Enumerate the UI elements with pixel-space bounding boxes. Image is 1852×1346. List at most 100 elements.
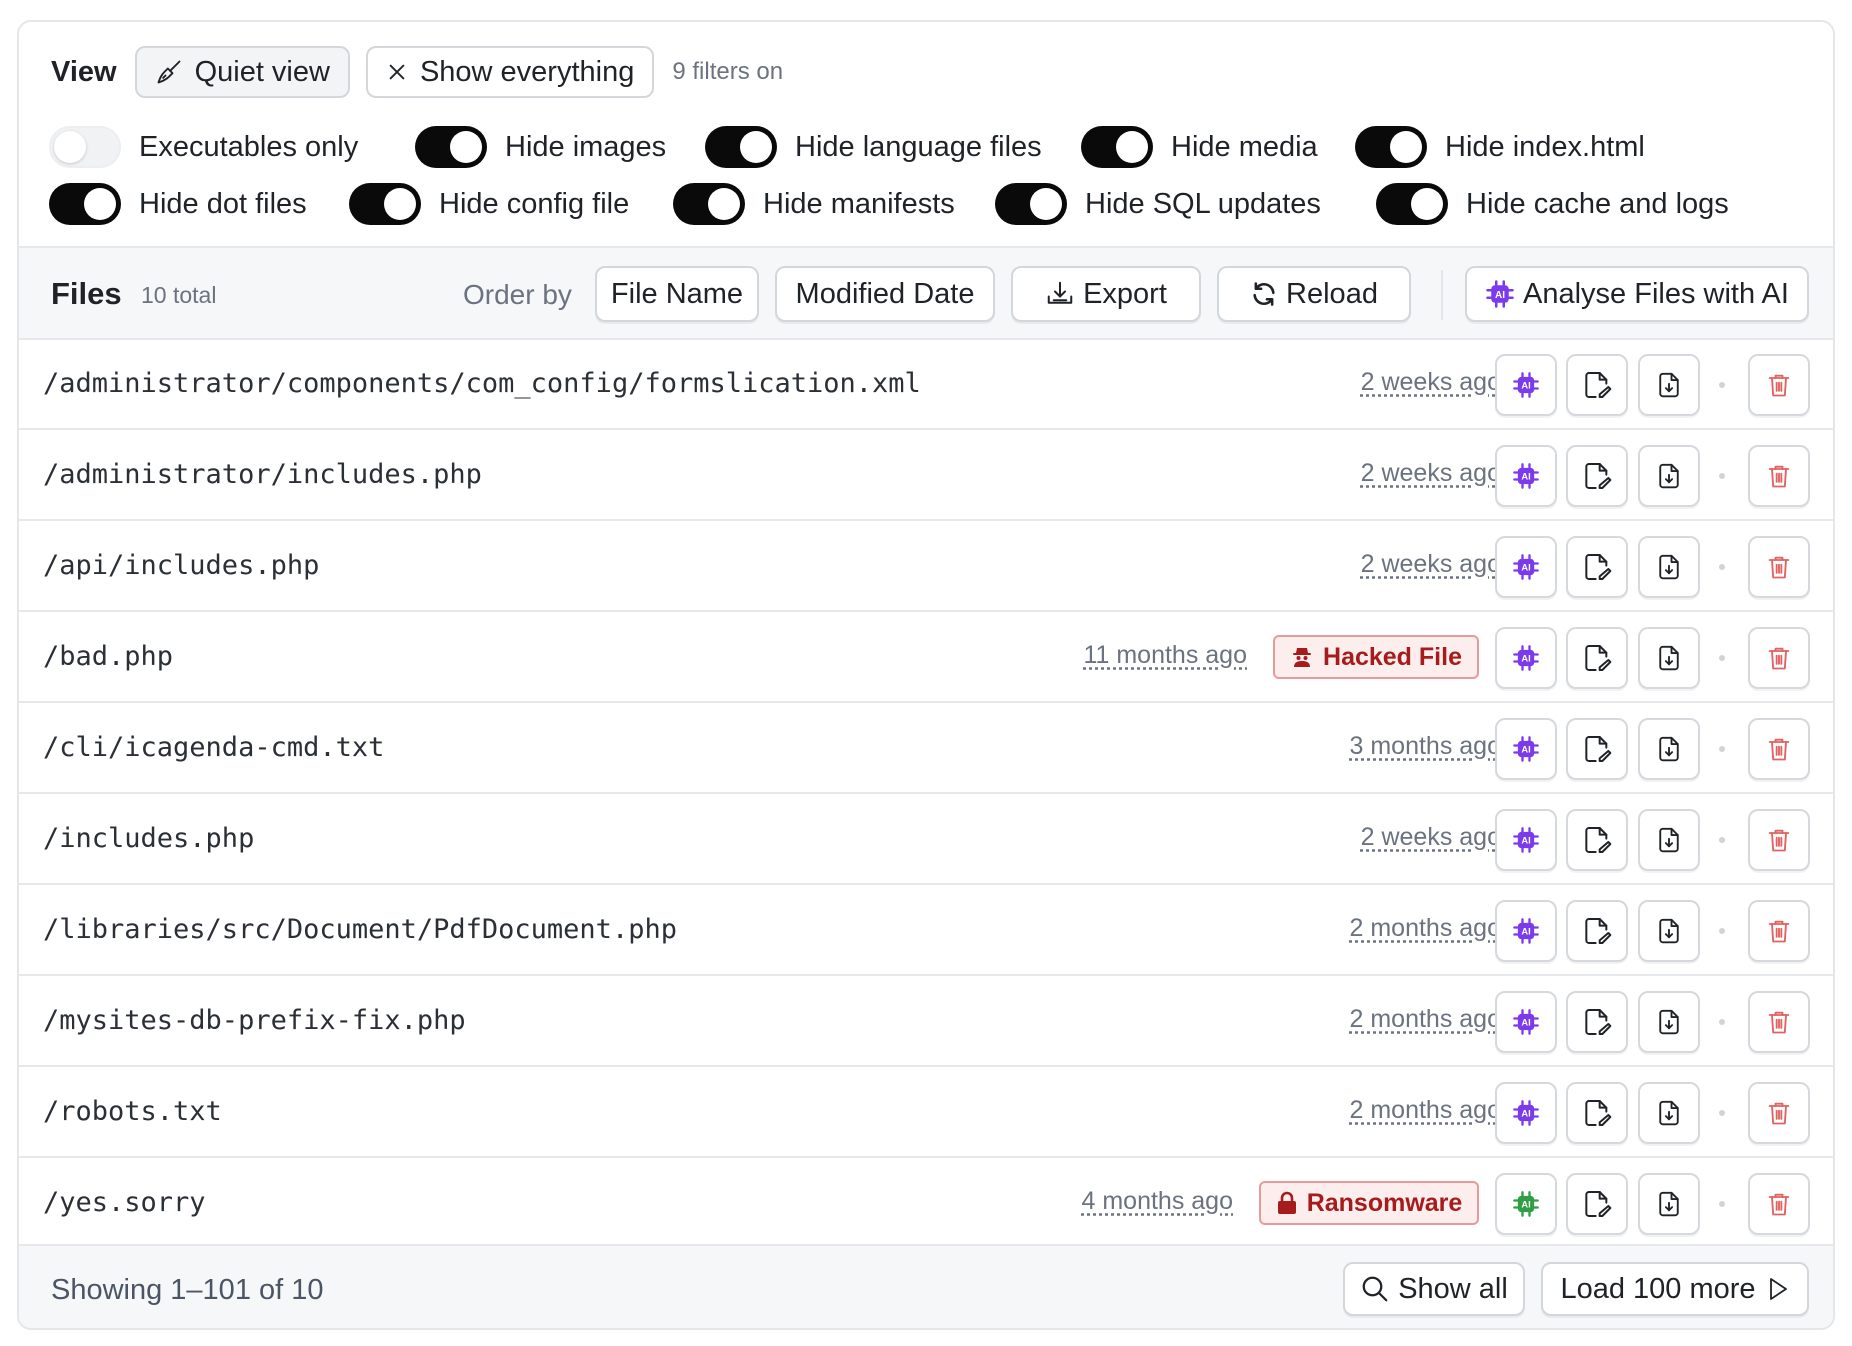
table-row[interactable]: /mysites-db-prefix-fix.php 2 months ago … (19, 977, 1833, 1067)
delete-file-button[interactable] (1748, 900, 1810, 962)
delete-file-button[interactable] (1748, 991, 1810, 1053)
download-file-button[interactable] (1638, 718, 1700, 780)
download-file-button[interactable] (1638, 536, 1700, 598)
edit-file-button[interactable] (1566, 809, 1628, 871)
table-row[interactable]: /administrator/components/com_config/for… (19, 340, 1833, 430)
delete-file-button[interactable] (1748, 627, 1810, 689)
toggle-hide-language-files[interactable]: Hide language files (705, 122, 1042, 172)
file-path[interactable]: /bad.php (43, 641, 173, 672)
edit-file-button[interactable] (1566, 1173, 1628, 1235)
play-arrow-icon (1769, 1278, 1787, 1300)
load-more-button[interactable]: Load 100 more (1541, 1262, 1809, 1316)
toggle-hide-media[interactable]: Hide media (1081, 122, 1318, 172)
delete-file-button[interactable] (1748, 809, 1810, 871)
file-path[interactable]: /api/includes.php (43, 550, 319, 581)
export-button[interactable]: Export (1011, 266, 1201, 322)
table-row[interactable]: /yes.sorry 4 months ago Ransomware AI (19, 1159, 1833, 1249)
toggle-hide-index-html[interactable]: Hide index.html (1355, 122, 1645, 172)
edit-file-button[interactable] (1566, 1082, 1628, 1144)
reload-button[interactable]: Reload (1217, 266, 1411, 322)
edit-file-button[interactable] (1566, 900, 1628, 962)
edit-file-button[interactable] (1566, 354, 1628, 416)
analyse-file-button[interactable]: AI (1495, 718, 1557, 780)
show-everything-label: Show everything (419, 55, 635, 88)
download-file-button[interactable] (1638, 445, 1700, 507)
analyse-file-button[interactable]: AI (1495, 445, 1557, 507)
file-path[interactable]: /robots.txt (43, 1096, 222, 1127)
delete-file-button[interactable] (1748, 1082, 1810, 1144)
toggle-switch[interactable] (49, 183, 121, 225)
file-path[interactable]: /cli/icagenda-cmd.txt (43, 732, 384, 763)
table-row[interactable]: /api/includes.php 2 weeks ago AI (19, 522, 1833, 612)
file-path[interactable]: /yes.sorry (43, 1187, 206, 1218)
edit-file-button[interactable] (1566, 445, 1628, 507)
download-file-button[interactable] (1638, 900, 1700, 962)
edit-file-button[interactable] (1566, 991, 1628, 1053)
table-row[interactable]: /bad.php 11 months ago Hacked File AI (19, 613, 1833, 703)
table-row[interactable]: /libraries/src/Document/PdfDocument.php … (19, 886, 1833, 976)
download-file-button[interactable] (1638, 1173, 1700, 1235)
file-path[interactable]: /mysites-db-prefix-fix.php (43, 1005, 466, 1036)
table-row[interactable]: /administrator/includes.php 2 weeks ago … (19, 431, 1833, 521)
quiet-view-button[interactable]: Quiet view (134, 46, 350, 98)
delete-file-button[interactable] (1748, 445, 1810, 507)
ai-chip-icon: AI (1513, 736, 1539, 762)
analyse-file-button[interactable]: AI (1495, 536, 1557, 598)
delete-file-button[interactable] (1748, 718, 1810, 780)
file-download-icon (1659, 554, 1679, 580)
table-row[interactable]: /includes.php 2 weeks ago AI (19, 795, 1833, 885)
analyse-file-button[interactable]: AI (1495, 991, 1557, 1053)
sort-file-name-label: File Name (610, 277, 744, 310)
sort-file-name-button[interactable]: File Name (595, 266, 759, 322)
show-everything-button[interactable]: Show everything (365, 46, 655, 98)
toggle-switch[interactable] (673, 183, 745, 225)
analyse-file-button[interactable]: AI (1495, 1173, 1557, 1235)
delete-file-button[interactable] (1748, 536, 1810, 598)
toggle-hide-config-file[interactable]: Hide config file (349, 179, 629, 229)
toggle-switch[interactable] (1355, 126, 1427, 168)
files-toolbar: Files 10 total Order by File Name Modifi… (19, 246, 1833, 340)
file-path[interactable]: /libraries/src/Document/PdfDocument.php (43, 914, 677, 945)
analyse-file-button[interactable]: AI (1495, 354, 1557, 416)
toggle-executables-only[interactable]: Executables only (49, 122, 358, 172)
view-controls: View Quiet view Show everything 9 filter… (51, 46, 783, 98)
file-path[interactable]: /includes.php (43, 823, 254, 854)
sort-modified-date-button[interactable]: Modified Date (775, 266, 995, 322)
analyse-file-button[interactable]: AI (1495, 900, 1557, 962)
toggle-hide-sql-updates[interactable]: Hide SQL updates (995, 179, 1321, 229)
load-more-label: Load 100 more (1560, 1272, 1756, 1305)
toggle-switch[interactable] (1376, 183, 1448, 225)
toggle-switch[interactable] (349, 183, 421, 225)
download-file-button[interactable] (1638, 991, 1700, 1053)
analyse-file-button[interactable]: AI (1495, 1082, 1557, 1144)
toggle-switch[interactable] (1081, 126, 1153, 168)
analyse-file-button[interactable]: AI (1495, 809, 1557, 871)
toggle-hide-cache-and-logs[interactable]: Hide cache and logs (1376, 179, 1729, 229)
file-path[interactable]: /administrator/components/com_config/for… (43, 368, 921, 399)
download-file-button[interactable] (1638, 354, 1700, 416)
edit-file-button[interactable] (1566, 718, 1628, 780)
download-file-button[interactable] (1638, 1082, 1700, 1144)
show-all-button[interactable]: Show all (1343, 1262, 1525, 1316)
delete-file-button[interactable] (1748, 1173, 1810, 1235)
analyse-files-ai-button[interactable]: AI Analyse Files with AI (1465, 266, 1809, 322)
edit-file-button[interactable] (1566, 536, 1628, 598)
table-row[interactable]: /robots.txt 2 months ago AI (19, 1068, 1833, 1158)
toggle-hide-images[interactable]: Hide images (415, 122, 666, 172)
download-file-button[interactable] (1638, 809, 1700, 871)
toggle-hide-manifests[interactable]: Hide manifests (673, 179, 955, 229)
delete-file-button[interactable] (1748, 354, 1810, 416)
analyse-file-button[interactable]: AI (1495, 627, 1557, 689)
toggle-switch[interactable] (49, 126, 121, 168)
file-path[interactable]: /administrator/includes.php (43, 459, 482, 490)
edit-file-button[interactable] (1566, 627, 1628, 689)
download-file-button[interactable] (1638, 627, 1700, 689)
toggle-hide-dot-files[interactable]: Hide dot files (49, 179, 307, 229)
table-row[interactable]: /cli/icagenda-cmd.txt 3 months ago AI (19, 704, 1833, 794)
file-scanner-panel: View Quiet view Show everything 9 filter… (17, 20, 1835, 1330)
toggle-switch[interactable] (995, 183, 1067, 225)
toggle-switch[interactable] (415, 126, 487, 168)
toggle-switch[interactable] (705, 126, 777, 168)
file-edit-icon (1585, 372, 1612, 398)
svg-text:AI: AI (1521, 1018, 1530, 1028)
